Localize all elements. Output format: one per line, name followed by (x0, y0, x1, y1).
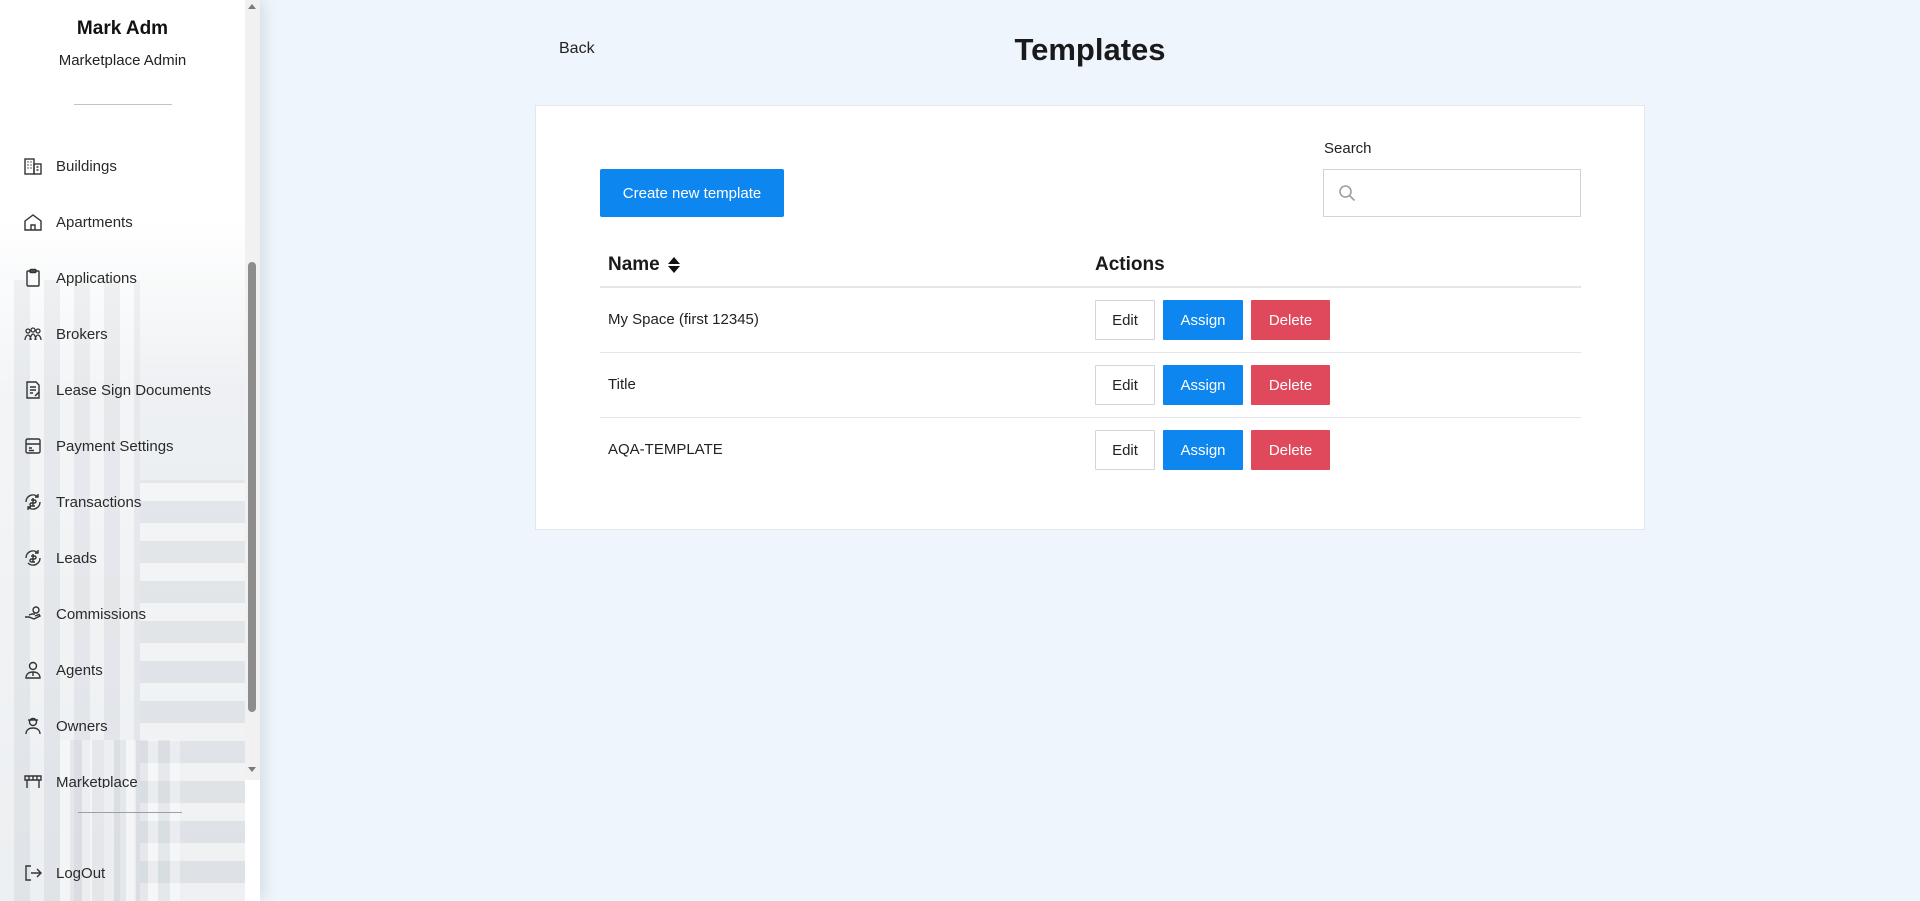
brokers-icon (22, 323, 44, 345)
agent-icon (22, 659, 44, 681)
scrollbar-thumb[interactable] (248, 262, 256, 712)
templates-card: Create new template Search Name Actions … (535, 105, 1645, 530)
sidebar-item-label: Commissions (56, 605, 147, 623)
sidebar-item-lease-sign-documents[interactable]: Lease Sign Documents (22, 375, 211, 405)
sidebar-item-label: Agents (56, 661, 103, 679)
row-actions: Edit Assign Delete (1095, 300, 1330, 340)
delete-button[interactable]: Delete (1251, 300, 1330, 340)
search-icon (1336, 182, 1358, 204)
sidebar-scrollbar[interactable] (245, 0, 260, 780)
commissions-icon (22, 603, 44, 625)
clipboard-icon (22, 267, 44, 289)
search-label: Search (1324, 140, 1372, 157)
divider (78, 812, 182, 813)
sort-icon[interactable] (667, 257, 680, 273)
template-name: AQA-TEMPLATE (608, 441, 723, 458)
table-row: My Space (first 12345) Edit Assign Delet… (600, 288, 1581, 353)
sidebar-item-applications[interactable]: Applications (22, 263, 137, 293)
template-name: My Space (first 12345) (608, 311, 759, 328)
sidebar-item-label: Marketplace (56, 773, 138, 789)
house-icon (22, 211, 44, 233)
owner-icon (22, 715, 44, 737)
scroll-down-arrow-icon[interactable] (248, 767, 256, 772)
divider (74, 104, 172, 105)
logout-label: LogOut (56, 864, 106, 882)
document-sign-icon (22, 379, 44, 401)
column-header-label: Name (608, 254, 660, 275)
sidebar-item-label: Brokers (56, 325, 108, 343)
back-link[interactable]: Back (559, 40, 595, 58)
edit-button[interactable]: Edit (1095, 300, 1155, 340)
delete-button[interactable]: Delete (1251, 430, 1330, 470)
assign-button[interactable]: Assign (1163, 300, 1243, 340)
sidebar-item-buildings[interactable]: Buildings (22, 151, 117, 181)
leads-icon (22, 547, 44, 569)
delete-button[interactable]: Delete (1251, 365, 1330, 405)
search-field[interactable] (1323, 169, 1581, 217)
edit-button[interactable]: Edit (1095, 365, 1155, 405)
transactions-icon (22, 491, 44, 513)
search-input[interactable] (1364, 173, 1580, 213)
sidebar-item-brokers[interactable]: Brokers (22, 319, 108, 349)
sidebar-item-label: Leads (56, 549, 97, 567)
sidebar-item-marketplace[interactable]: Marketplace (22, 767, 138, 788)
logout-icon (22, 862, 44, 884)
user-role: Marketplace Admin (58, 52, 187, 69)
table-row: AQA-TEMPLATE Edit Assign Delete (600, 418, 1581, 483)
buildings-icon (22, 155, 44, 177)
sidebar-item-label: Buildings (56, 157, 117, 175)
logout-button[interactable]: LogOut (22, 858, 105, 888)
page-title: Templates (1014, 32, 1166, 67)
create-new-template-button[interactable]: Create new template (600, 169, 784, 217)
sidebar-item-label: Transactions (56, 493, 142, 511)
row-actions: Edit Assign Delete (1095, 430, 1330, 470)
sidebar: Mark Adm Marketplace Admin Buildings Apa… (0, 0, 260, 901)
column-header-name[interactable]: Name (608, 254, 680, 276)
sidebar-item-leads[interactable]: Leads (22, 543, 97, 573)
payment-settings-icon (22, 435, 44, 457)
sidebar-item-commissions[interactable]: Commissions (22, 599, 146, 629)
user-name: Mark Adm (76, 18, 169, 39)
sidebar-item-label: Applications (56, 269, 137, 287)
sidebar-item-label: Apartments (56, 213, 133, 231)
sidebar-item-label: Lease Sign Documents (56, 381, 212, 399)
assign-button[interactable]: Assign (1163, 365, 1243, 405)
sidebar-item-agents[interactable]: Agents (22, 655, 103, 685)
scroll-up-arrow-icon[interactable] (248, 4, 256, 9)
table-row: Title Edit Assign Delete (600, 353, 1581, 418)
sidebar-item-owners[interactable]: Owners (22, 711, 108, 741)
column-header-actions: Actions (1095, 254, 1165, 275)
table-header-row: Name Actions (600, 246, 1581, 288)
sidebar-item-label: Owners (56, 717, 108, 735)
edit-button[interactable]: Edit (1095, 430, 1155, 470)
sidebar-item-payment-settings[interactable]: Payment Settings (22, 431, 174, 461)
assign-button[interactable]: Assign (1163, 430, 1243, 470)
template-name: Title (608, 376, 636, 393)
marketplace-icon (22, 771, 44, 788)
sidebar-item-transactions[interactable]: Transactions (22, 487, 141, 517)
row-actions: Edit Assign Delete (1095, 365, 1330, 405)
templates-table: Name Actions My Space (first 12345) Edit… (600, 246, 1581, 483)
sidebar-item-label: Payment Settings (56, 437, 174, 455)
sidebar-nav: Buildings Apartments Applications Broker… (0, 140, 245, 788)
sidebar-item-apartments[interactable]: Apartments (22, 207, 133, 237)
